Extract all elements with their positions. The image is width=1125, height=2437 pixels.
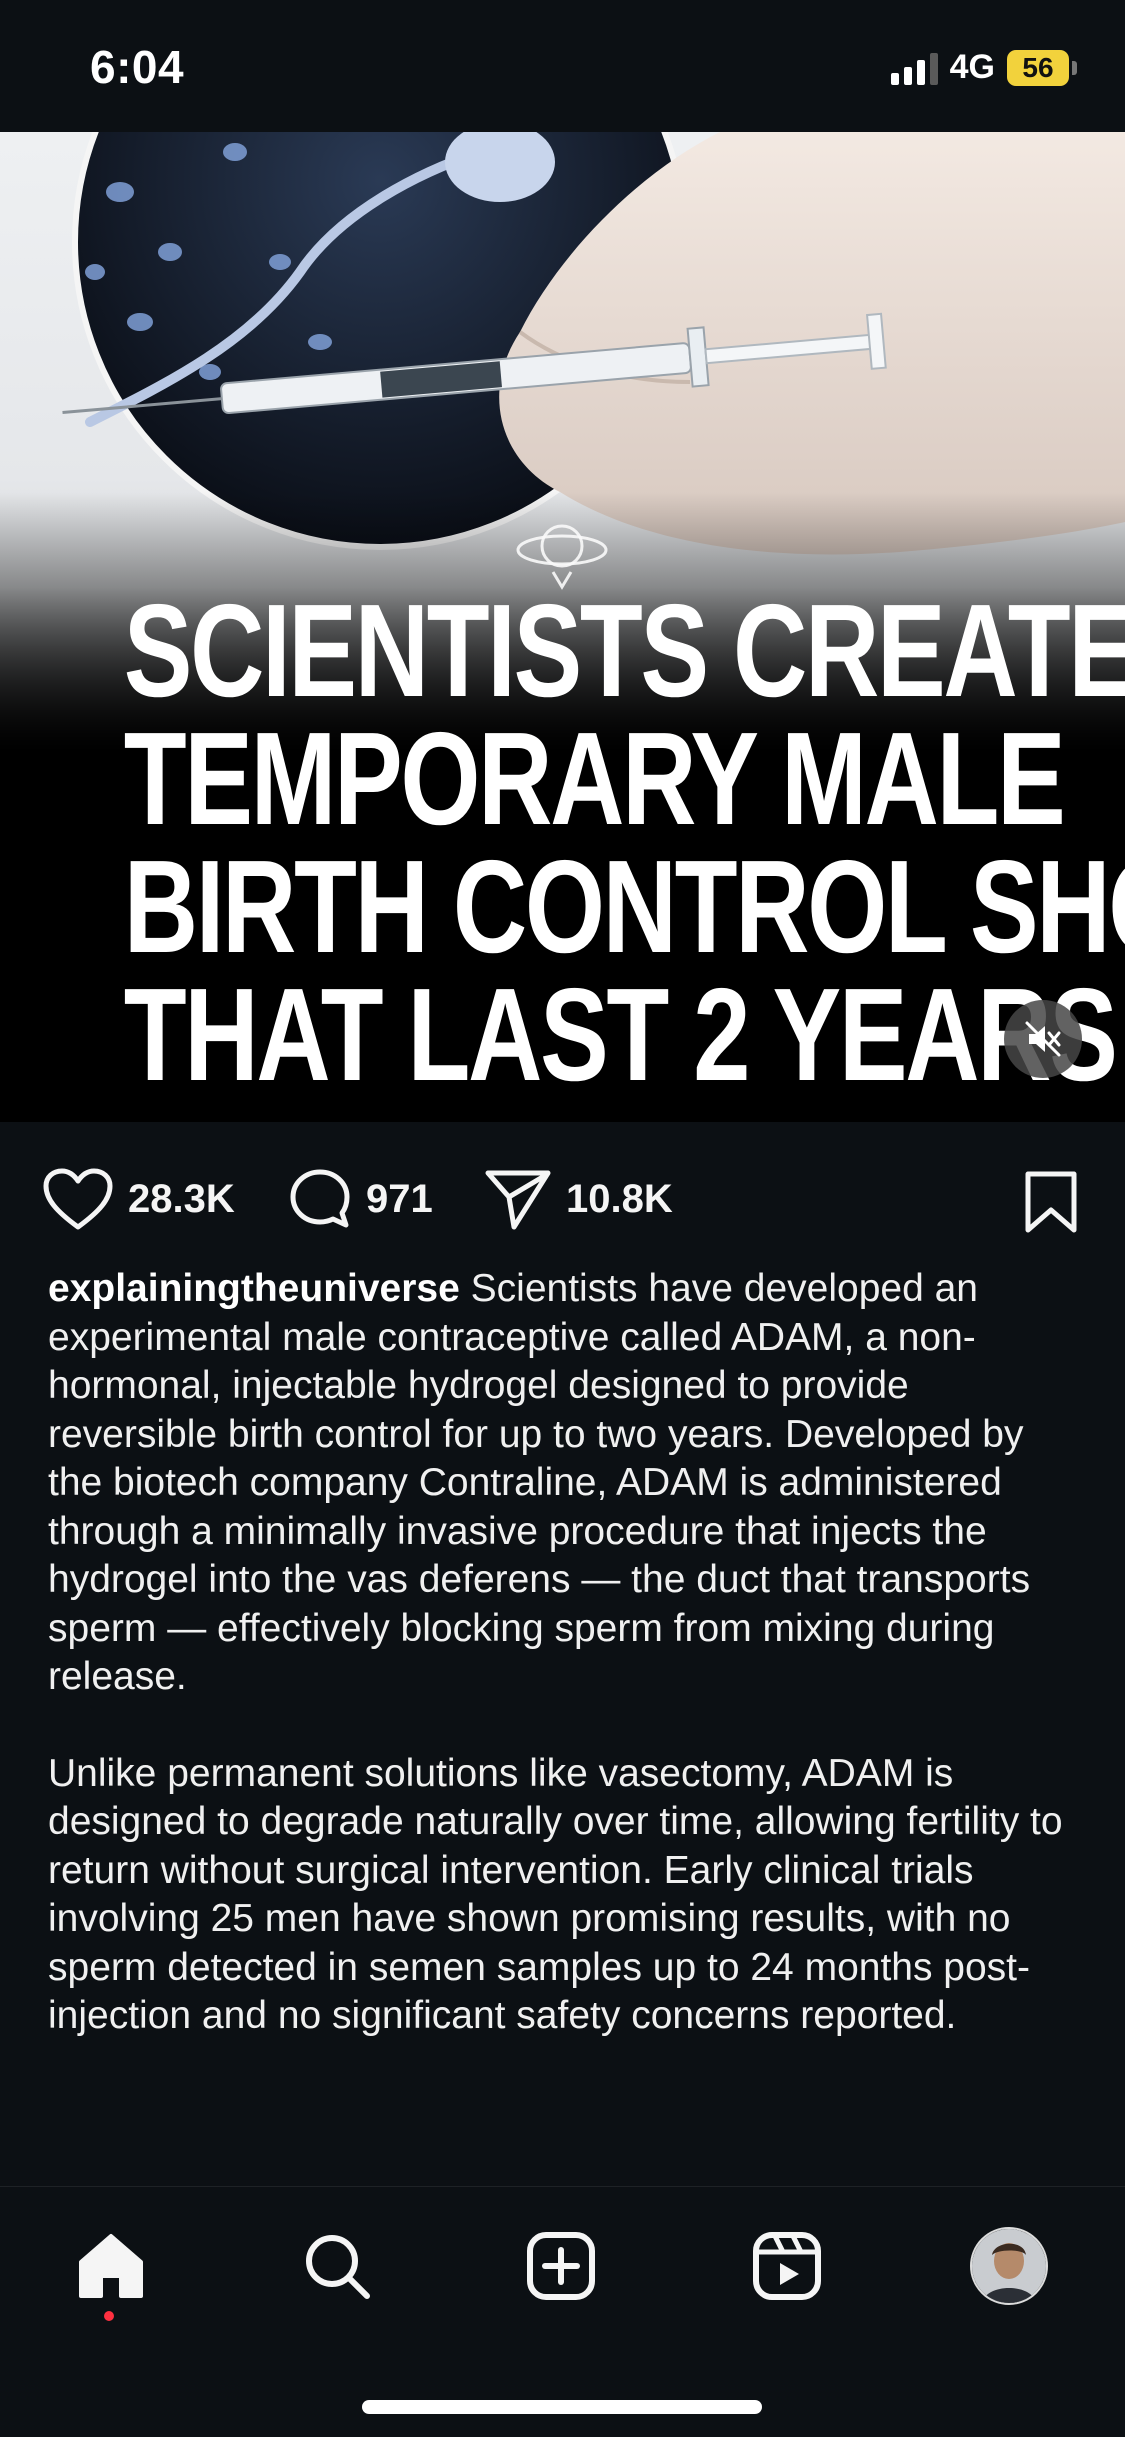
reels-icon[interactable] [751, 2230, 823, 2302]
create-post-icon[interactable] [525, 2230, 597, 2302]
search-icon[interactable] [301, 2230, 373, 2302]
headline-line-3: BIRTH CONTROL SHOTS [123, 833, 1125, 980]
post-actions: 28.3K 971 10.8K [0, 1122, 1125, 1272]
home-notification-dot [104, 2311, 114, 2321]
headline-line-4: THAT LAST 2 YEARS [123, 961, 1118, 1108]
nav-create[interactable] [516, 2221, 606, 2311]
headline-line-2: TEMPORARY MALE [123, 705, 1066, 852]
share-action[interactable]: 10.8K [484, 1167, 673, 1231]
nav-search[interactable] [292, 2221, 382, 2311]
caption-text-1: Scientists have developed an experimenta… [48, 1267, 1031, 1698]
comment-bubble-icon[interactable] [288, 1167, 352, 1231]
caption-paragraph-1: explainingtheuniverse Scientists have de… [48, 1265, 1088, 1702]
caption-username[interactable]: explainingtheuniverse [48, 1267, 460, 1310]
post-media[interactable]: SCIENTISTS CREATE TEMPORARY MALE BIRTH C… [0, 132, 1125, 1122]
clock-time: 6:04 [90, 41, 185, 93]
paper-plane-icon[interactable] [484, 1167, 552, 1231]
nav-home[interactable] [66, 2221, 156, 2311]
caption-paragraph-2: Unlike permanent solutions like vasectom… [48, 1751, 1063, 2038]
save-button[interactable] [1022, 1170, 1080, 1239]
nav-reels[interactable] [742, 2221, 832, 2311]
share-count[interactable]: 10.8K [566, 1177, 673, 1222]
like-action[interactable]: 28.3K [42, 1167, 235, 1231]
post-caption: explainingtheuniverse Scientists have de… [48, 1265, 1088, 2089]
home-icon[interactable] [75, 2230, 147, 2302]
bookmark-icon[interactable] [1022, 1170, 1080, 1234]
profile-avatar[interactable] [970, 2227, 1048, 2305]
speaker-muted-icon [1025, 1021, 1061, 1057]
battery-level: 56 [1007, 49, 1069, 86]
post-headline: SCIENTISTS CREATE TEMPORARY MALE BIRTH C… [0, 577, 1125, 1108]
status-bar: 6:04 4G 56 [0, 0, 1125, 132]
comment-action[interactable]: 971 [288, 1167, 433, 1231]
mute-toggle-button[interactable] [1004, 1000, 1082, 1078]
home-indicator[interactable] [362, 2400, 762, 2414]
headline-line-1: SCIENTISTS CREATE [123, 577, 1125, 724]
network-type: 4G [949, 48, 995, 86]
cellular-signal-icon [890, 51, 938, 85]
status-indicators: 4G 56 [890, 48, 1077, 87]
comment-count[interactable]: 971 [366, 1177, 433, 1222]
battery-icon: 56 [1007, 49, 1077, 86]
heart-icon[interactable] [42, 1167, 114, 1231]
like-count[interactable]: 28.3K [128, 1177, 235, 1222]
nav-profile[interactable] [964, 2221, 1054, 2311]
